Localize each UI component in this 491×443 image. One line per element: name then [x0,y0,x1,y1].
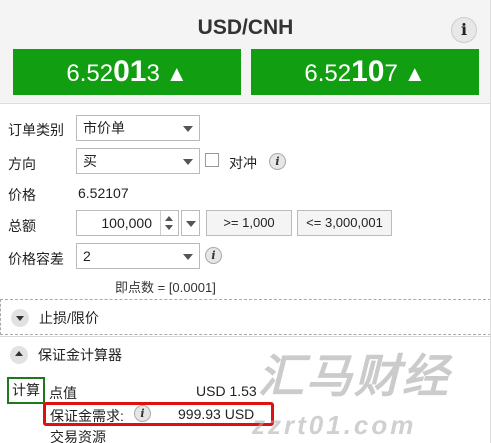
trade-ticket-panel: USD/CNH i 6.52013 ▲ 6.52107 ▲ 订单类别 市价单 方向 … [0,0,491,443]
hedge-checkbox[interactable] [205,153,219,167]
direction-label: 方向 [8,156,36,172]
info-icon[interactable]: i [205,247,222,264]
chevron-down-icon [183,254,193,260]
sell-price-big: 01 [113,55,147,88]
order-type-label: 订单类别 [8,122,64,138]
info-icon[interactable]: i [269,153,286,170]
amount-input[interactable]: 100,000 [76,210,179,236]
highlight-box [43,402,274,426]
info-icon[interactable]: i [451,17,477,43]
buy-price-suffix: 7 [384,60,398,87]
tolerance-select[interactable]: 2 [76,243,200,269]
price-value: 6.52107 [78,185,129,201]
direction-select[interactable]: 买 [76,148,200,174]
chevron-down-icon [186,221,196,227]
amount-value: 100,000 [101,215,152,231]
chevron-down-icon[interactable] [11,309,29,327]
buy-quote-button[interactable]: 6.52107 ▲ [251,49,479,95]
sell-price-prefix: 6.52 [66,60,114,87]
amount-min-button[interactable]: >= 1,000 [206,210,292,236]
trade-resources-link[interactable]: 交易资源 [50,427,106,443]
margin-calculator-title: 保证金计算器 [38,347,122,363]
chevron-up-icon[interactable] [10,346,28,364]
price-label: 价格 [8,187,36,203]
margin-calculator-section[interactable]: 保证金计算器 [0,336,490,372]
pip-value: USD 1.53 [196,383,257,399]
amount-preset-dropdown[interactable] [181,210,200,236]
amount-max-button[interactable]: <= 3,000,001 [297,210,392,236]
chevron-down-icon [183,159,193,165]
direction-value: 买 [83,153,97,169]
stepper-down-icon[interactable] [165,225,173,230]
order-type-value: 市价单 [83,120,125,136]
stop-limit-title: 止损/限价 [39,310,99,326]
pip-value-label: 点值 [49,385,77,401]
hedge-label: 对冲 [229,155,257,171]
chevron-down-icon [183,126,193,132]
up-arrow-icon: ▲ [165,61,188,86]
tolerance-label: 价格容差 [8,251,64,267]
tolerance-value: 2 [83,248,91,264]
sell-quote-button[interactable]: 6.52013 ▲ [13,49,241,95]
up-arrow-icon: ▲ [403,61,426,86]
calculate-button[interactable]: 计算 [7,377,45,404]
watermark-url: zzrt01.com [252,410,417,440]
amount-label: 总额 [8,218,36,234]
buy-price-big: 10 [351,55,385,88]
order-type-select[interactable]: 市价单 [76,115,200,141]
instrument-title: USD/CNH [197,16,294,39]
stop-limit-section[interactable]: 止损/限价 [0,299,490,335]
ticket-header: USD/CNH i 6.52013 ▲ 6.52107 ▲ [0,0,490,104]
amount-stepper[interactable] [160,211,178,235]
stepper-up-icon[interactable] [165,216,173,221]
buy-price-prefix: 6.52 [304,60,352,87]
pip-note: 即点数 = [0.0001] [115,280,216,295]
sell-price-suffix: 3 [146,60,160,87]
